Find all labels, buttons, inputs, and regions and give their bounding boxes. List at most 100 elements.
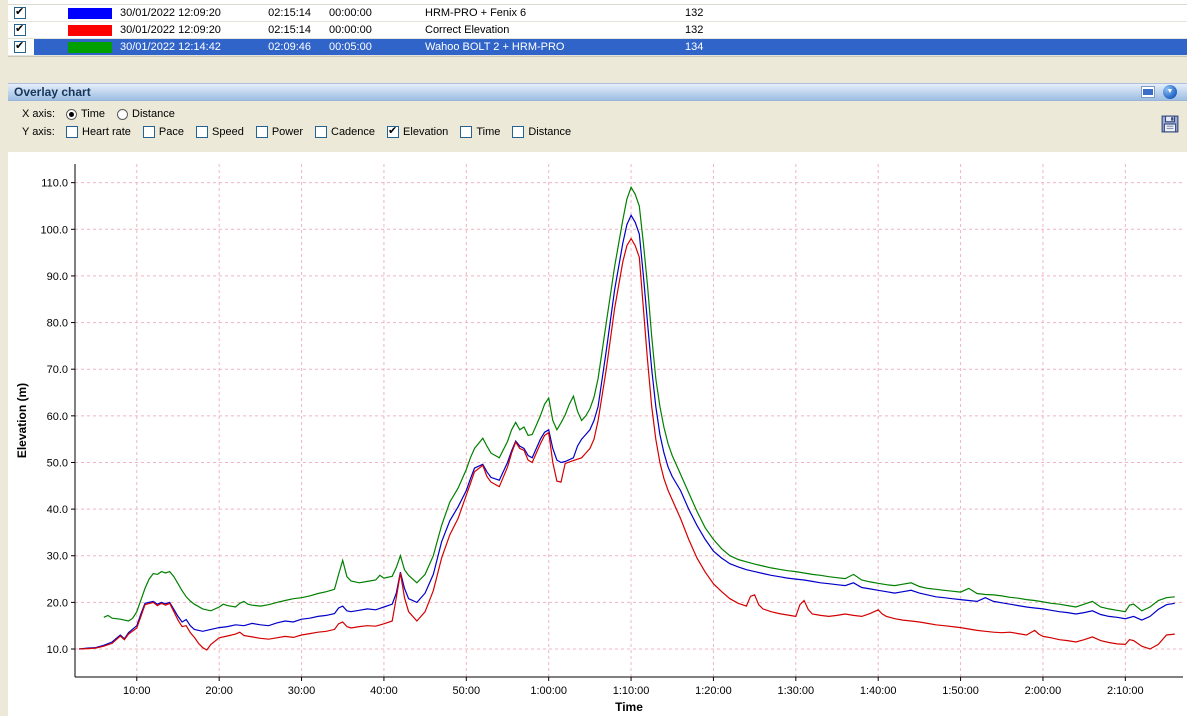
activity-table: 30/01/2022 12:09:20 02:15:14 00:00:00 HR…	[8, 0, 1187, 57]
svg-text:50.0: 50.0	[47, 457, 68, 469]
svg-text:2:10:00: 2:10:00	[1107, 685, 1144, 697]
row-checkbox-cell	[8, 5, 34, 21]
row-visible-checkbox[interactable]	[14, 40, 26, 53]
power-label: Power	[271, 126, 303, 138]
cadence-label: Cadence	[331, 126, 376, 138]
y-axis-option-pace[interactable]: Pace	[142, 126, 184, 138]
chart-area: 10.0 20.0 30.0 40.0 50.0 60.0 70.0 80.0 90.0 100.…	[8, 152, 1187, 716]
y-axis-option-time[interactable]: Time	[460, 126, 500, 138]
activity-row-content[interactable]: 30/01/2022 12:09:20 02:15:14 00:00:00 Co…	[34, 22, 1187, 38]
distance-radio[interactable]	[117, 108, 129, 120]
table-row: 30/01/2022 12:09:20 02:15:14 00:00:00 HR…	[8, 5, 1187, 22]
activity-row-content[interactable]: 30/01/2022 12:09:20 02:15:14 00:00:00 HR…	[34, 5, 1187, 21]
svg-text:2:00:00: 2:00:00	[1025, 685, 1062, 697]
y-axis-option-distance[interactable]: Distance	[512, 126, 571, 138]
svg-text:20:00: 20:00	[205, 685, 233, 697]
activity-duration: 02:09:46	[268, 41, 311, 53]
svg-text:30:00: 30:00	[288, 685, 316, 697]
svg-text:60.0: 60.0	[47, 411, 68, 423]
x-axis-option-distance[interactable]: Distance	[117, 108, 175, 120]
axis-controls: X axis: Time Distance Y axis: Heart rate…	[8, 101, 1187, 146]
table-row: 30/01/2022 12:09:20 02:15:14 00:00:00 Co…	[8, 22, 1187, 39]
svg-text:40.0: 40.0	[47, 504, 68, 516]
x-axis-row: X axis: Time Distance	[22, 106, 1187, 122]
y-axis-option-heart-rate[interactable]: Heart rate	[66, 126, 131, 138]
activity-row-content-selected[interactable]: 30/01/2022 12:14:42 02:09:46 00:05:00 Wa…	[34, 39, 1187, 55]
time-radio-label: Time	[81, 108, 106, 120]
overlay-elevation-chart[interactable]: 10.0 20.0 30.0 40.0 50.0 60.0 70.0 80.0 90.0 100.…	[8, 152, 1187, 716]
distance-checkbox[interactable]	[512, 126, 525, 138]
layout-icon-bar	[1143, 88, 1153, 92]
power-checkbox[interactable]	[255, 126, 268, 138]
speed-checkbox[interactable]	[196, 126, 208, 138]
activity-name: Wahoo BOLT 2 + HRM-PRO	[425, 41, 565, 53]
svg-text:90.0: 90.0	[47, 271, 68, 283]
speed-label: Speed	[212, 126, 244, 138]
distance-radio-label: Distance	[132, 108, 175, 120]
svg-text:1:10:00: 1:10:00	[613, 685, 650, 697]
svg-text:40:00: 40:00	[370, 685, 398, 697]
svg-text:1:50:00: 1:50:00	[942, 685, 979, 697]
activity-offset: 00:00:00	[329, 7, 372, 19]
svg-text:1:30:00: 1:30:00	[777, 685, 814, 697]
x-axis-label: X axis:	[22, 108, 56, 120]
row-visible-checkbox[interactable]	[14, 23, 26, 36]
time-checkbox-label: Time	[476, 126, 501, 138]
svg-text:1:40:00: 1:40:00	[860, 685, 897, 697]
table-row: 30/01/2022 12:14:42 02:09:46 00:05:00 Wa…	[8, 39, 1187, 56]
row-checkbox-cell	[8, 39, 34, 55]
activity-offset: 00:05:00	[329, 41, 372, 53]
svg-text:50:00: 50:00	[453, 685, 481, 697]
activity-date: 30/01/2022 12:09:20	[120, 7, 221, 19]
heart-rate-checkbox[interactable]	[66, 126, 78, 138]
time-radio[interactable]	[66, 108, 77, 120]
y-axis-option-power[interactable]: Power	[255, 126, 303, 138]
activity-name: HRM-PRO + Fenix 6	[425, 7, 527, 19]
distance-checkbox-label: Distance	[528, 126, 572, 138]
layout-icon-bar	[1143, 92, 1153, 96]
spacer	[8, 57, 1187, 83]
svg-text:10:00: 10:00	[123, 685, 151, 697]
section-title: Overlay chart	[14, 85, 91, 99]
cadence-checkbox[interactable]	[315, 126, 327, 138]
activity-name: Correct Elevation	[425, 24, 510, 36]
activity-date: 30/01/2022 12:14:42	[120, 41, 221, 53]
activity-offset: 00:00:00	[329, 24, 372, 36]
activity-duration: 02:15:14	[268, 7, 311, 19]
svg-text:20.0: 20.0	[47, 597, 68, 609]
svg-text:100.0: 100.0	[40, 224, 68, 236]
x-axis-option-time[interactable]: Time	[66, 108, 105, 120]
svg-text:70.0: 70.0	[47, 364, 68, 376]
panel-layout-icon[interactable]	[1141, 86, 1155, 98]
svg-text:1:00:00: 1:00:00	[530, 685, 567, 697]
y-axis-option-cadence[interactable]: Cadence	[315, 126, 375, 138]
svg-text:110.0: 110.0	[41, 178, 68, 190]
row-visible-checkbox[interactable]	[14, 6, 26, 19]
elevation-label: Elevation	[403, 126, 449, 138]
y-axis-option-elevation[interactable]: Elevation	[387, 125, 449, 138]
svg-text:10.0: 10.0	[47, 644, 68, 656]
save-chart-icon[interactable]	[1161, 115, 1179, 133]
row-checkbox-cell	[8, 22, 34, 38]
activity-date: 30/01/2022 12:09:20	[120, 24, 221, 36]
svg-text:Time: Time	[615, 700, 643, 714]
time-checkbox[interactable]	[460, 126, 473, 138]
y-axis-label: Y axis:	[22, 126, 55, 138]
activity-value: 134	[685, 41, 704, 53]
collapse-panel-icon[interactable]: ▼	[1163, 85, 1177, 99]
series-color-swatch	[68, 7, 112, 19]
activity-duration: 02:15:14	[268, 24, 311, 36]
series-color-swatch	[68, 41, 112, 53]
header-icons: ▼	[1141, 85, 1177, 99]
activity-value: 132	[685, 24, 704, 36]
overlay-plugin-window: 30/01/2022 12:09:20 02:15:14 00:00:00 HR…	[0, 0, 1187, 716]
elevation-checkbox[interactable]	[387, 125, 400, 138]
series-color-swatch	[68, 24, 112, 36]
y-axis-option-speed[interactable]: Speed	[196, 126, 244, 138]
activity-value: 132	[685, 7, 704, 19]
svg-text:Elevation (m): Elevation (m)	[15, 383, 29, 458]
y-axis-row: Y axis: Heart rate Pace Speed Power Cade…	[22, 124, 1187, 140]
pace-checkbox[interactable]	[142, 126, 155, 138]
overlay-chart-header: Overlay chart ▼	[8, 83, 1187, 101]
heart-rate-label: Heart rate	[82, 126, 131, 138]
